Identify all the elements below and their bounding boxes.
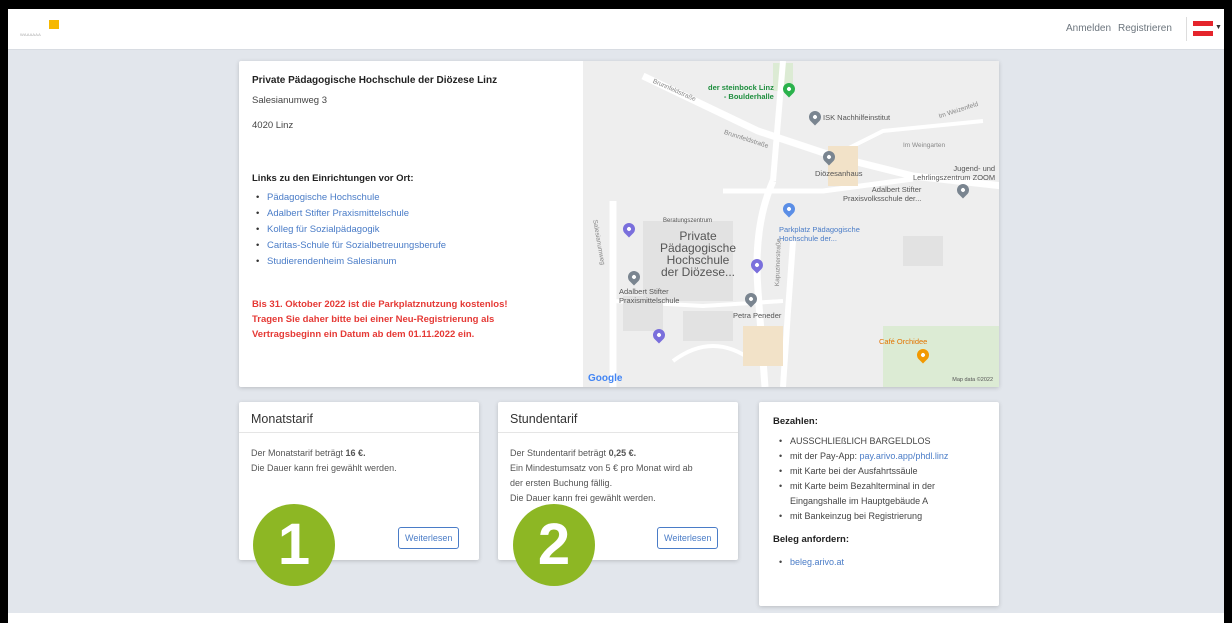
payment-option-text: mit der Pay-App:: [790, 451, 860, 461]
map-label-dioezesan: Diözesanhaus: [815, 169, 863, 178]
payment-card: Bezahlen: AUSSCHLIEßLICH BARGELDLOS mit …: [759, 402, 999, 606]
payment-info: Bezahlen: AUSSCHLIEßLICH BARGELDLOS mit …: [773, 416, 993, 570]
payment-option: mit der Pay-App: pay.arivo.app/phdl.linz: [779, 449, 993, 464]
facility-link[interactable]: Pädagogische Hochschule: [256, 192, 572, 203]
footer-band: [8, 613, 1224, 623]
payment-option: mit Karte bei der Ausfahrtssäule: [779, 464, 993, 479]
card-divider: [498, 432, 738, 433]
hourly-tariff-text: Der Stundentarif beträgt 0,25 €. Ein Min…: [510, 446, 730, 506]
map-label-steinbock: der steinbock Linz - Boulderhalle: [708, 83, 774, 101]
receipt-link[interactable]: beleg.arivo.at: [790, 557, 844, 567]
hourly-price-value: 0,25 €.: [608, 448, 637, 458]
map-data-credit[interactable]: Map data ©2022: [952, 377, 993, 383]
location-card: Private Pädagogische Hochschule der Diöz…: [239, 61, 999, 387]
pay-app-link[interactable]: pay.arivo.app/phdl.linz: [860, 451, 949, 461]
map-label-jugend: Jugend- und Lehrlingszentrum ZOOM: [913, 164, 996, 182]
address-city: 4020 Linz: [252, 120, 294, 131]
map-street-label: Kapuzinerstraße: [773, 238, 783, 287]
map-label-isk: ISK Nachhilfeinstitut: [823, 113, 891, 122]
facility-link[interactable]: Caritas-Schule für Sozialbetreuungsberuf…: [256, 240, 572, 251]
payment-option: mit Karte beim Bezahlterminal in der Eing…: [779, 479, 993, 509]
address-street: Salesianumweg 3: [252, 95, 327, 106]
receipt-heading: Beleg anfordern:: [773, 534, 850, 545]
map-label-peneder: Petra Peneder: [733, 311, 782, 320]
map-street-label: Im Weingarten: [903, 142, 946, 149]
facility-link[interactable]: Kolleg für Sozialpädagogik: [256, 224, 572, 235]
map-label-beratung: Beratungszentrum: [663, 218, 713, 224]
google-logo: Google: [588, 373, 623, 384]
map-roads: [583, 61, 999, 387]
map-label-hochschule: Private Pädagogische Hochschule der Diöz…: [659, 229, 737, 279]
map-label-adalbert-volks: Adalbert Stifter Praxisvolksschule der..…: [843, 185, 922, 203]
receipt-options: beleg.arivo.at: [773, 555, 993, 570]
links-heading: Links zu den Einrichtungen vor Ort:: [252, 173, 414, 184]
logo-square-icon: [49, 20, 59, 29]
chevron-down-icon[interactable]: ▼: [1215, 24, 1222, 31]
monthly-read-more-button[interactable]: Weiterlesen: [398, 527, 460, 549]
brand-logo[interactable]: WAAAAAA: [20, 20, 60, 38]
warning-line: Bis 31. Oktober 2022 ist die Parkplatznu…: [252, 299, 508, 310]
monthly-price-text: Der Monatstarif beträgt: [251, 448, 346, 458]
hourly-duration-text: Die Dauer kann frei gewählt werden.: [510, 493, 656, 503]
page-frame: WAAAAAA Anmelden Registrieren ▼ Private …: [8, 9, 1224, 623]
location-map[interactable]: der steinbock Linz - Boulderhalle ISK Na…: [583, 61, 999, 387]
payment-option-text: mit Karte beim Bezahlterminal in der: [790, 481, 936, 491]
payment-options: AUSSCHLIEßLICH BARGELDLOS mit der Pay-Ap…: [773, 434, 993, 524]
nav-divider: [1186, 17, 1187, 41]
institution-title: Private Pädagogische Hochschule der Diöz…: [252, 75, 498, 86]
register-link[interactable]: Registrieren: [1118, 23, 1172, 34]
monthly-duration-text: Die Dauer kann frei gewählt werden.: [251, 463, 397, 473]
monthly-tariff-title: Monatstarif: [251, 412, 313, 426]
login-link[interactable]: Anmelden: [1066, 23, 1111, 34]
hourly-read-more-button[interactable]: Weiterlesen: [657, 527, 719, 549]
warning-line: Tragen Sie daher bitte bei einer Neu-Reg…: [252, 314, 495, 325]
parking-warning: Bis 31. Oktober 2022 ist die Parkplatznu…: [252, 297, 572, 342]
hourly-minimum-text: der ersten Buchung fällig.: [510, 478, 613, 488]
warning-line: Vertragsbeginn ein Datum ab dem 01.11.20…: [252, 329, 475, 340]
facility-links: Pädagogische Hochschule Adalbert Stifter…: [252, 192, 572, 267]
address-block: Private Pädagogische Hochschule der Diöz…: [252, 75, 572, 342]
hourly-minimum-text: Ein Mindestumsatz von 5 € pro Monat wird…: [510, 463, 693, 473]
map-label-adalbert-mittel: Adalbert Stifter Praxismittelschule: [619, 287, 680, 305]
payment-heading: Bezahlen:: [773, 416, 818, 427]
facility-link[interactable]: Adalbert Stifter Praxismittelschule: [256, 208, 572, 219]
monthly-price-value: 16 €.: [345, 448, 366, 458]
language-flag-icon[interactable]: [1193, 21, 1213, 36]
payment-option: AUSSCHLIEßLICH BARGELDLOS: [779, 434, 993, 449]
top-navbar: WAAAAAA Anmelden Registrieren ▼: [8, 9, 1224, 50]
receipt-option: beleg.arivo.at: [779, 555, 993, 570]
hourly-price-text: Der Stundentarif beträgt: [510, 448, 609, 458]
monthly-tariff-text: Der Monatstarif beträgt 16 €. Die Dauer …: [251, 446, 471, 476]
map-label-parkplatz: Parkplatz Pädagogische Hochschule der...: [779, 225, 860, 243]
card-divider: [239, 432, 479, 433]
hourly-tariff-title: Stundentarif: [510, 412, 578, 426]
logo-text: WAAAAAA: [20, 32, 42, 37]
payment-option-text: Eingangshalle im Hauptgebäude A: [790, 496, 929, 506]
payment-option: mit Bankeinzug bei Registrierung: [779, 509, 993, 524]
map-label-cafe: Café Orchidee: [879, 337, 928, 346]
facility-link[interactable]: Studierendenheim Salesianum: [256, 256, 572, 267]
number-badge-2: 2: [513, 504, 595, 586]
number-badge-1: 1: [253, 504, 335, 586]
